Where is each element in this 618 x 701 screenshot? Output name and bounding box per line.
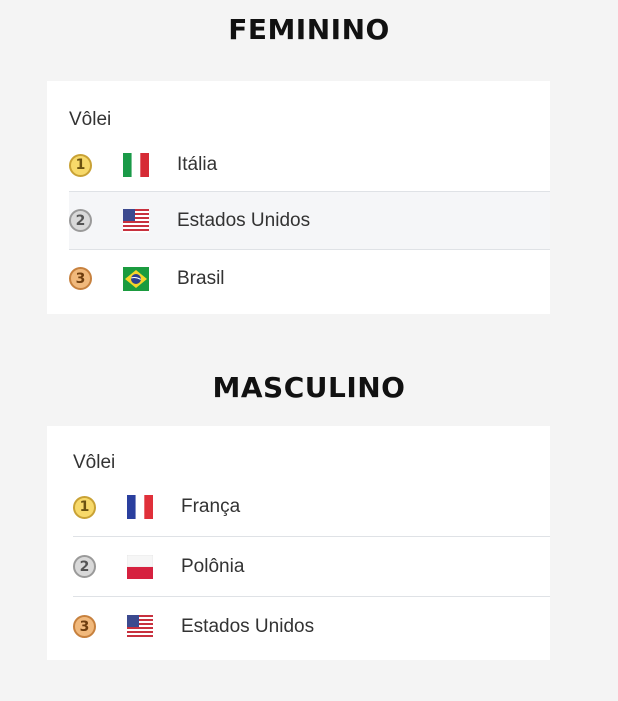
country-name: Estados Unidos — [181, 615, 315, 637]
gold-medal-icon: 1 — [69, 153, 92, 177]
list-item: 2 Estados Unidos — [69, 191, 550, 249]
silver-medal-icon: 2 — [73, 555, 96, 578]
section-title-masculino: MASCULINO — [212, 371, 406, 404]
list-item: 1 Itália — [69, 139, 550, 191]
country-name: Estados Unidos — [177, 209, 311, 231]
country-name: Polônia — [181, 555, 245, 577]
list-item: 3 Estados Unidos — [73, 596, 550, 656]
country-name: França — [181, 496, 241, 517]
gold-medal-icon: 1 — [73, 495, 96, 519]
silver-medal-icon: 2 — [69, 209, 92, 232]
poland-flag-icon — [126, 554, 153, 579]
sport-label: Vôlei — [73, 452, 116, 473]
bronze-medal-icon: 3 — [73, 615, 96, 638]
results-card-masculino: Vôlei 1 França 2 Polônia 3 Estados Unido… — [47, 426, 550, 660]
list-item: 1 França — [73, 478, 550, 536]
country-name: Brasil — [177, 267, 225, 289]
country-name: Itália — [177, 154, 218, 175]
brazil-flag-icon — [122, 266, 149, 291]
sport-label: Vôlei — [69, 109, 112, 130]
usa-flag-icon — [126, 614, 153, 639]
results-card-feminino: Vôlei 1 Itália 2 Estados Unidos 3 Brasil — [47, 81, 550, 314]
france-flag-icon — [126, 495, 153, 519]
usa-flag-icon — [122, 208, 149, 233]
section-title-feminino: FEMININO — [228, 13, 390, 46]
bronze-medal-icon: 3 — [69, 267, 92, 290]
italy-flag-icon — [122, 153, 149, 177]
list-item: 2 Polônia — [73, 536, 550, 596]
list-item: 3 Brasil — [69, 249, 550, 307]
